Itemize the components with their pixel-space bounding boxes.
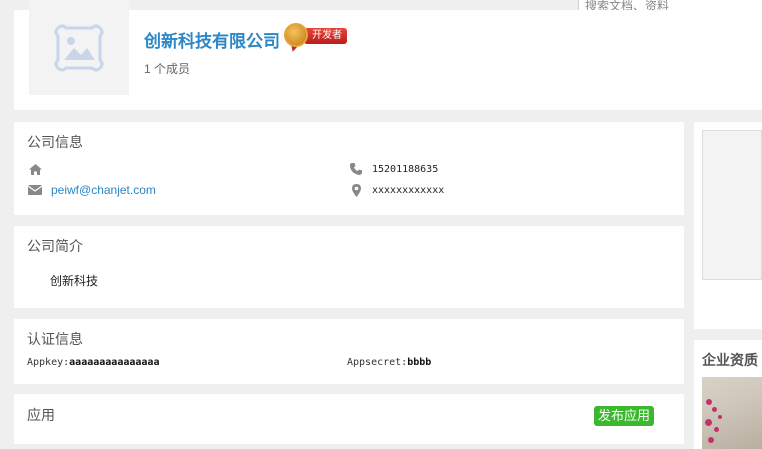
appkey-item: Appkey:aaaaaaaaaaaaaaa bbox=[27, 357, 159, 368]
sidebar-qualification-panel: 企业资质 bbox=[694, 340, 762, 449]
phone-value: 15201188635 bbox=[372, 163, 439, 175]
medal-icon bbox=[284, 23, 308, 47]
cert-info-title: 认证信息 bbox=[27, 331, 83, 347]
appkey-value: aaaaaaaaaaaaaaa bbox=[69, 357, 160, 368]
home-icon bbox=[27, 162, 43, 176]
qualification-photo[interactable] bbox=[702, 377, 762, 449]
qualification-title: 企业资质 bbox=[702, 352, 758, 368]
appsecret-item: Appsecret:bbbb bbox=[347, 357, 431, 368]
address-row bbox=[27, 162, 51, 176]
appkey-label: Appkey: bbox=[27, 357, 70, 368]
image-placeholder-icon bbox=[54, 24, 104, 71]
cert-info-panel: 认证信息 Appkey:aaaaaaaaaaaaaaa Appsecret:bb… bbox=[14, 319, 684, 384]
phone-icon bbox=[348, 162, 364, 176]
developer-badge-label: 开发者 bbox=[304, 28, 347, 44]
developer-badge: 开发者 bbox=[284, 23, 354, 54]
apps-title: 应用 bbox=[27, 407, 55, 423]
company-intro-text: 创新科技 bbox=[50, 274, 99, 288]
envelope-icon bbox=[27, 183, 43, 197]
email-link[interactable]: peiwf@chanjet.com bbox=[51, 183, 156, 197]
publish-app-button[interactable]: 发布应用 bbox=[594, 406, 655, 426]
apps-panel: 应用 发布应用 bbox=[14, 394, 684, 444]
company-intro-panel: 公司简介 创新科技 bbox=[14, 226, 684, 308]
email-row: peiwf@chanjet.com bbox=[27, 183, 156, 197]
company-info-panel: 公司信息 peiwf@chanjet.com 15201188635 xxxxx… bbox=[14, 122, 684, 215]
company-header: 创新科技有限公司 开发者 1 个成员 bbox=[14, 0, 762, 110]
company-info-title: 公司信息 bbox=[27, 134, 83, 150]
company-intro-title: 公司简介 bbox=[27, 238, 83, 254]
company-logo bbox=[29, 0, 129, 95]
appsecret-label: Appsecret: bbox=[347, 357, 408, 368]
member-count[interactable]: 1 个成员 bbox=[144, 60, 190, 77]
phone-row: 15201188635 bbox=[348, 162, 438, 176]
appsecret-value: bbbb bbox=[407, 357, 432, 368]
location-row: xxxxxxxxxxxx bbox=[348, 183, 444, 197]
map-view[interactable] bbox=[702, 130, 762, 280]
map-marker-icon bbox=[348, 183, 364, 197]
company-name[interactable]: 创新科技有限公司 bbox=[144, 27, 280, 52]
location-value: xxxxxxxxxxxx bbox=[372, 184, 445, 196]
sidebar-map-panel bbox=[694, 122, 762, 329]
